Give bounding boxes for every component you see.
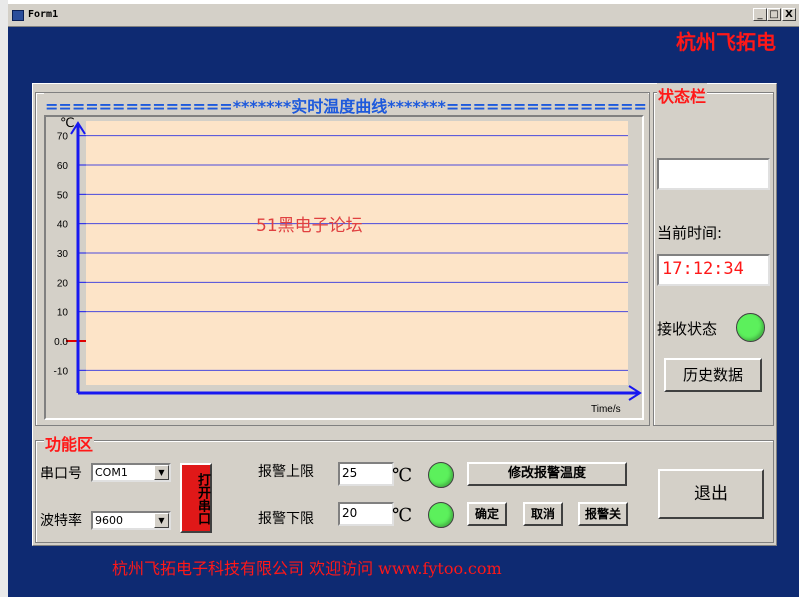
cancel-button[interactable]: 取消 [523, 502, 563, 526]
close-button[interactable]: X [782, 8, 796, 21]
baud-label: 波特率 [40, 513, 82, 529]
company-footer: 杭州飞拓电子科技有限公司 欢迎访问 www.fytoo.com [112, 559, 502, 578]
main-panel: ==============*******实时温度曲线*******======… [32, 83, 777, 546]
chart-group: ==============*******实时温度曲线*******======… [35, 92, 650, 426]
function-area-group: 功能区 串口号 COM1 ▼ 波特率 9600 ▼ 打开串口 报警上限 25 ℃… [35, 431, 774, 543]
app-icon [12, 10, 24, 21]
window-title: Form1 [28, 9, 59, 20]
confirm-button[interactable]: 确定 [467, 502, 507, 526]
y-tick-label: 10 [57, 308, 69, 319]
y-tick-label: 40 [57, 220, 69, 231]
y-tick-label: 70 [57, 132, 69, 143]
status-bar-title: 状态栏 [657, 83, 708, 107]
exit-button[interactable]: 退出 [658, 469, 764, 519]
alarm-low-label: 报警下限 [258, 511, 314, 527]
alarm-off-button[interactable]: 报警关 [578, 502, 628, 526]
celsius-unit-high: ℃ [392, 465, 413, 486]
alarm-low-led [428, 502, 454, 528]
plot-frame: 70 60 50 40 30 20 10 0.0 -10 ℃ Time/s [44, 115, 644, 420]
port-select[interactable]: COM1 ▼ [91, 463, 171, 482]
y-tick-label: 30 [57, 249, 69, 260]
company-name-top: 杭州飞拓电 [676, 30, 776, 54]
y-tick-label: 60 [57, 161, 69, 172]
status-field [657, 158, 770, 190]
chart-title: ==============*******实时温度曲线*******======… [44, 93, 648, 117]
port-value: COM1 [95, 466, 128, 479]
receive-status-label: 接收状态 [657, 320, 718, 338]
y-tick-label: 50 [57, 190, 69, 201]
current-time-value: 17:12:34 [662, 259, 744, 279]
receive-status-led [736, 313, 765, 342]
x-axis-label: Time/s [591, 404, 621, 415]
open-port-button[interactable]: 打开串口 [180, 463, 212, 533]
celsius-unit-low: ℃ [392, 505, 413, 526]
desktop-edge [0, 0, 8, 597]
port-label: 串口号 [40, 466, 82, 482]
modify-alarm-temp-button[interactable]: 修改报警温度 [467, 462, 627, 486]
title-bar: Form1 _ □ X [8, 4, 799, 27]
main-window: Form1 _ □ X 杭州飞拓电 ==============*******实… [8, 4, 799, 597]
alarm-high-input[interactable]: 25 [338, 462, 394, 486]
baud-value: 9600 [95, 514, 123, 527]
current-time-label: 当前时间: [657, 224, 723, 242]
y-axis-label: ℃ [60, 117, 75, 131]
current-time-field: 17:12:34 [657, 254, 770, 286]
alarm-high-led [428, 462, 454, 488]
y-tick-label: 0.0 [54, 337, 68, 348]
alarm-low-value: 20 [342, 506, 358, 520]
status-bar-group: 状态栏 当前时间: 17:12:34 接收状态 历史数据 [653, 83, 774, 426]
minimize-button[interactable]: _ [753, 8, 767, 21]
function-area-title: 功能区 [44, 431, 95, 455]
history-data-button[interactable]: 历史数据 [664, 358, 762, 392]
alarm-high-label: 报警上限 [258, 464, 314, 480]
maximize-button[interactable]: □ [767, 8, 781, 21]
watermark-text: 51黑电子论坛 [256, 216, 363, 236]
chevron-down-icon[interactable]: ▼ [154, 465, 169, 480]
chevron-down-icon[interactable]: ▼ [154, 513, 169, 528]
alarm-high-value: 25 [342, 466, 358, 480]
baud-select[interactable]: 9600 ▼ [91, 511, 171, 530]
alarm-low-input[interactable]: 20 [338, 502, 394, 526]
temperature-chart: 70 60 50 40 30 20 10 0.0 -10 ℃ Time/s [54, 117, 642, 415]
y-tick-label: -10 [54, 366, 69, 377]
y-tick-label: 20 [57, 278, 69, 289]
